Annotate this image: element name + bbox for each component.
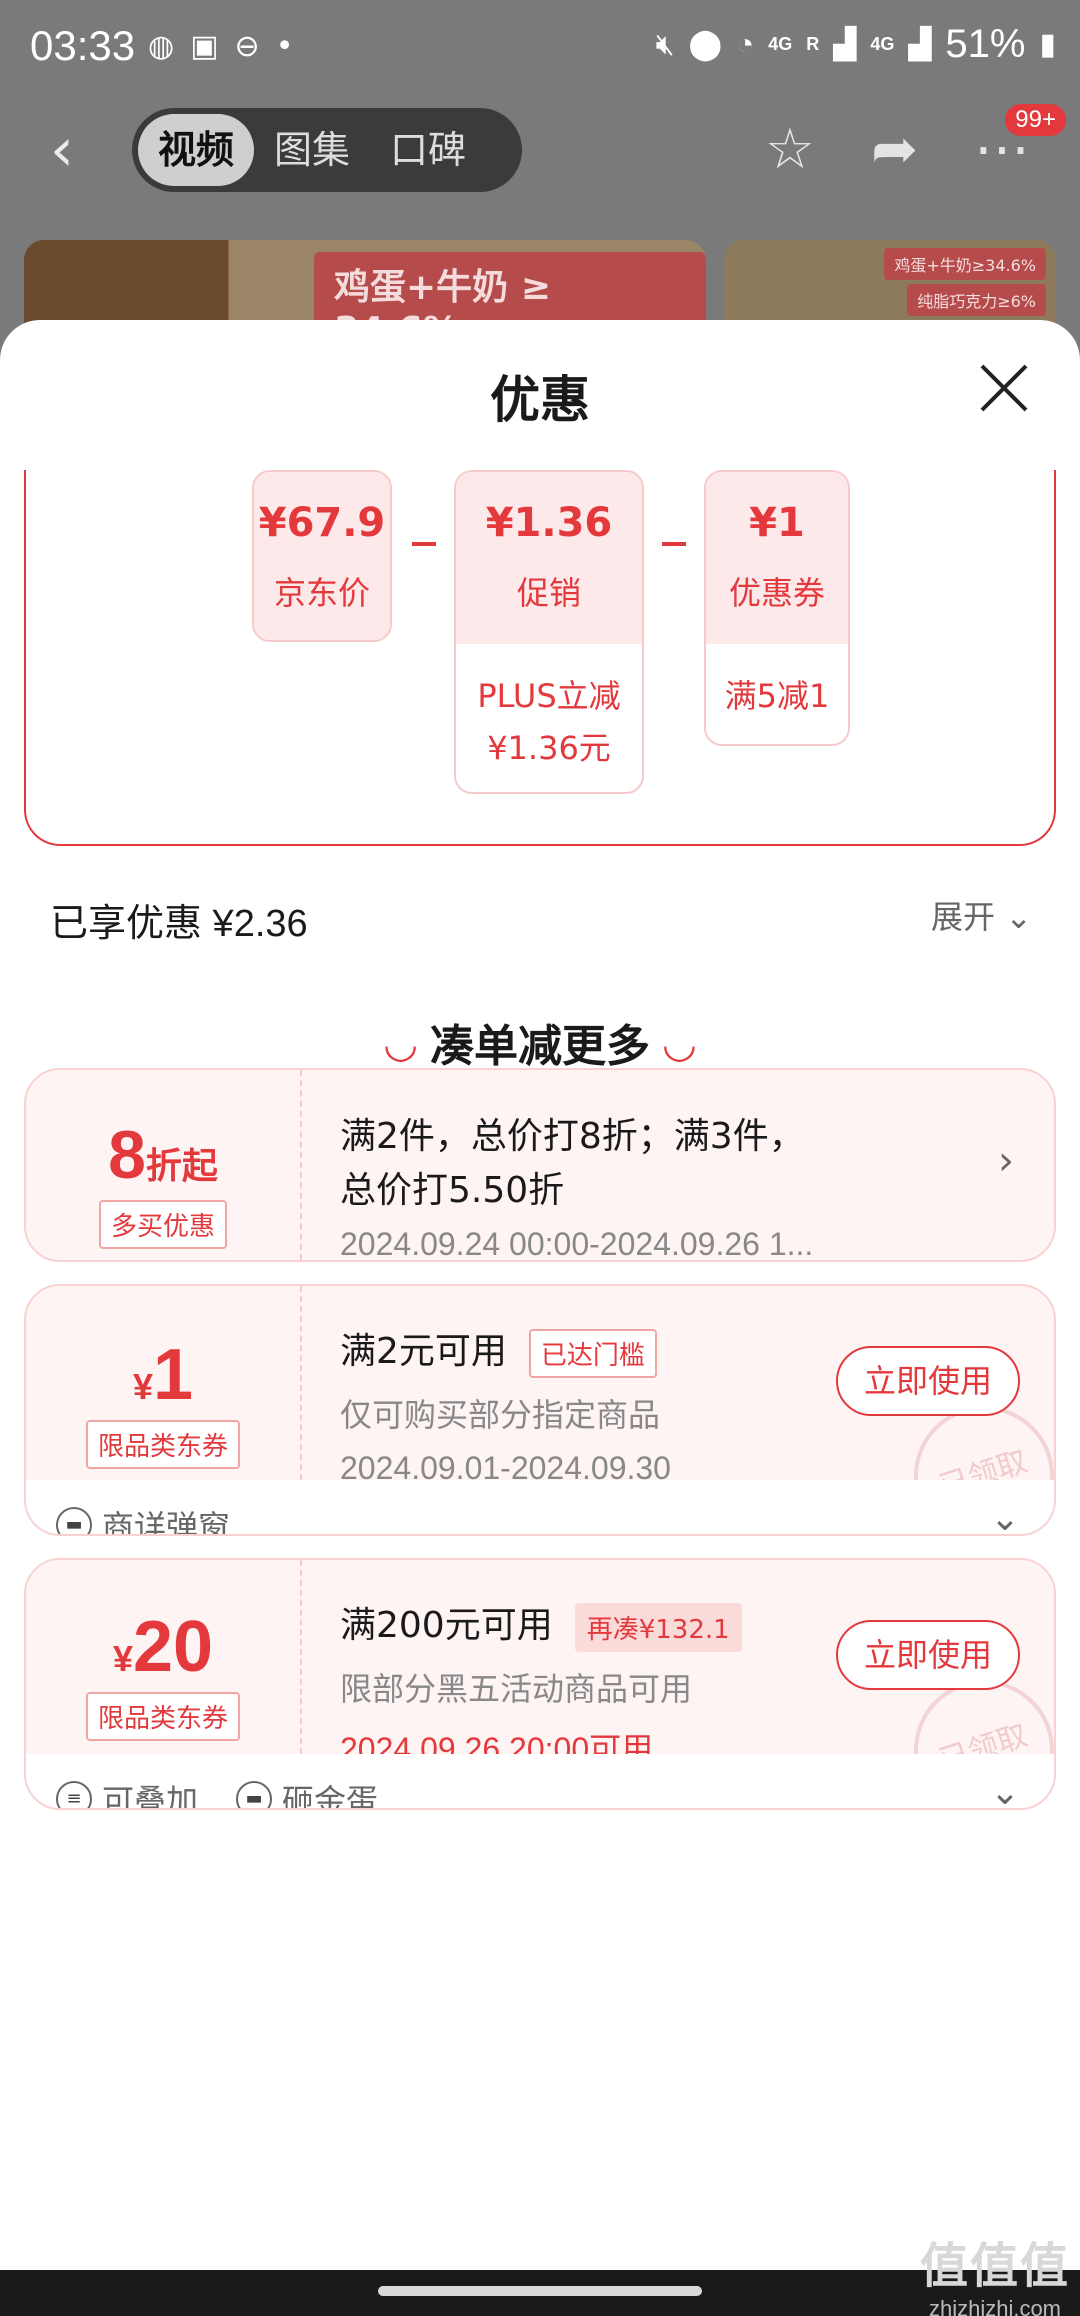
expand-label: 展开 — [931, 898, 996, 936]
use-now-button[interactable]: 立即使用 — [836, 1620, 1020, 1690]
promo-detail: PLUS立减 ¥1.36元 — [477, 677, 621, 767]
navigation-bar — [0, 2270, 1080, 2316]
location-icon: ⬤ — [688, 28, 723, 61]
do-not-disturb-icon: ⊖ — [234, 29, 260, 64]
source-tag: ▬ 商详弹窗 — [56, 1502, 230, 1534]
coupon-condition: 满200元可用 — [340, 1605, 553, 1646]
sheet-title: 优惠 — [490, 371, 590, 429]
watermark: 值值值 zhizhizhi.com — [919, 2240, 1070, 2316]
tab-reviews[interactable]: 口碑 — [370, 114, 486, 186]
promo-amount: ¥1.36 — [485, 500, 613, 546]
offer-rule-2: 总价打5.50折 — [340, 1170, 565, 1211]
roaming-label: R — [806, 34, 820, 54]
coupon-card-1: ¥1 限品类东券 满2元可用 已达门槛 仅可购买部分指定商品 2024.09.01… — [24, 1284, 1056, 1536]
coupon-tag: 限品类东券 — [85, 1420, 240, 1469]
smile-icon: ◡ — [385, 1021, 416, 1067]
star-icon[interactable]: ☆ — [765, 120, 815, 180]
ticket-icon: ▬ — [236, 1781, 272, 1808]
coupon-tag: 限品类东券 — [85, 1692, 240, 1741]
nav-bar: ‹ 视频 图集 口碑 ☆ ➦ ⋯ 99+ — [0, 100, 1080, 200]
offer-tag: 多买优惠 — [98, 1200, 227, 1249]
promo-column: ¥1.36 促销 PLUS立减 ¥1.36元 — [454, 470, 644, 794]
currency-symbol: ¥ — [112, 1638, 133, 1679]
coupon-column: ¥1 优惠券 满5减1 — [704, 470, 850, 746]
battery-icon: ▮ — [1039, 28, 1056, 61]
message-badge: 99+ — [1005, 104, 1066, 136]
battery-percent: 51% — [945, 22, 1026, 66]
discount-suffix: 折起 — [145, 1145, 218, 1186]
multi-buy-offer-card[interactable]: 8折起 多买优惠 满2件，总价打8折；满3件， 总价打5.50折 2024.09… — [24, 1068, 1056, 1262]
signal-icon: ▟ — [833, 28, 857, 61]
network-4g-label-2: 4G — [870, 34, 895, 54]
share-icon[interactable]: ➦ — [871, 120, 918, 180]
section-title: ◡ 凑单减更多 ◡ — [0, 1010, 1080, 1074]
remaining-amount-badge: 再凑¥132.1 — [574, 1602, 742, 1652]
chevron-right-icon: › — [998, 1138, 1014, 1184]
discount-sheet: 优惠 ¥67.9 京东价 ¥1.36 促销 PLUS立减 ¥1.36元 ¥1 优… — [0, 320, 1080, 2316]
jd-price-label: 京东价 — [273, 574, 370, 612]
tab-video[interactable]: 视频 — [138, 114, 255, 186]
section-title-text: 凑单减更多 — [430, 1021, 650, 1072]
ticket-icon: ▬ — [56, 1507, 92, 1534]
close-icon[interactable] — [976, 360, 1032, 416]
coupon-card-2: ¥20 限品类东券 满200元可用 再凑¥132.1 限部分黑五活动商品可用 20… — [24, 1558, 1056, 1810]
jd-price-column: ¥67.9 京东价 — [252, 470, 392, 642]
coupon-label: 优惠券 — [728, 574, 825, 612]
expand-button[interactable]: 展开 ⌄ — [931, 892, 1032, 938]
cloud-sync-icon: ◍ — [148, 29, 175, 64]
use-now-button[interactable]: 立即使用 — [836, 1346, 1020, 1416]
wifi-icon: ◔ — [736, 27, 755, 61]
price-breakdown: ¥67.9 京东价 ¥1.36 促销 PLUS立减 ¥1.36元 ¥1 优惠券 … — [24, 470, 1056, 846]
signal-icon-2: ▟ — [908, 28, 932, 61]
home-handle[interactable] — [378, 2286, 702, 2296]
stack-icon: ≡ — [56, 1781, 92, 1808]
status-bar: 03:33 ◍ ▣ ⊖ • 🔇︎ ⬤ ◔ 4G R ▟ 4G ▟ 51% ▮ — [0, 0, 1080, 96]
chevron-down-icon[interactable]: ⌄ — [990, 1772, 1020, 1808]
background-page: 03:33 ◍ ▣ ⊖ • 🔇︎ ⬤ ◔ 4G R ▟ 4G ▟ 51% ▮ ‹… — [0, 0, 1080, 360]
coupon-detail: 满5减1 — [724, 677, 830, 715]
offer-rule: 满2件，总价打8折；满3件， — [340, 1116, 805, 1157]
network-4g-label: 4G — [768, 34, 793, 54]
coupon-value: 20 — [132, 1607, 214, 1687]
offer-period: 2024.09.24 00:00-2024.09.26 1... — [340, 1226, 814, 1262]
coupon-amount: ¥1 — [749, 500, 805, 546]
jd-price-amount: ¥67.9 — [258, 500, 386, 546]
coupon-value: 1 — [152, 1335, 194, 1415]
currency-symbol: ¥ — [132, 1366, 153, 1407]
discount-value: 8 — [108, 1117, 146, 1193]
source-tag: ▬ 砸金蛋 — [236, 1776, 378, 1808]
media-tag-small: 鸡蛋+牛奶≥34.6% — [884, 248, 1046, 280]
chevron-down-icon[interactable]: ⌄ — [990, 1498, 1020, 1534]
media-tag-small-2: 纯脂巧克力≥6% — [907, 284, 1046, 316]
stackable-tag: ≡ 可叠加 — [56, 1776, 198, 1808]
status-time: 03:33 — [30, 22, 136, 69]
back-icon[interactable]: ‹ — [50, 118, 74, 182]
minus-sign-2 — [662, 542, 686, 546]
gallery-icon: ▣ — [190, 29, 219, 64]
tab-gallery[interactable]: 图集 — [254, 114, 370, 186]
minus-sign — [412, 542, 436, 546]
mute-icon: 🔇︎ — [655, 27, 675, 61]
saved-total: 已享优惠 ¥2.36 — [50, 903, 308, 945]
media-tabs: 视频 图集 口碑 — [132, 108, 522, 192]
coupon-condition: 满2元可用 — [340, 1331, 507, 1372]
threshold-badge: 已达门槛 — [528, 1328, 657, 1378]
smile-icon-2: ◡ — [664, 1021, 695, 1067]
promo-label: 促销 — [516, 574, 581, 612]
dot-icon: • — [275, 29, 294, 64]
chevron-down-icon: ⌄ — [1005, 898, 1032, 936]
